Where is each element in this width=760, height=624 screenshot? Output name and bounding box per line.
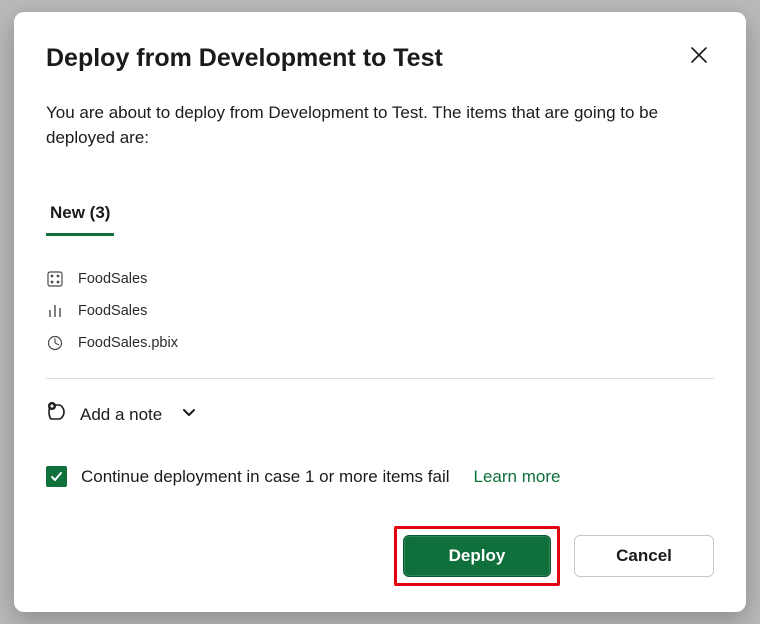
- item-name: FoodSales: [78, 271, 147, 287]
- close-icon: [690, 52, 708, 67]
- divider: [46, 378, 714, 379]
- dialog-footer: Deploy Cancel: [46, 526, 714, 586]
- add-note-toggle[interactable]: Add a note: [46, 401, 714, 428]
- learn-more-link[interactable]: Learn more: [474, 467, 561, 487]
- item-list: FoodSales FoodSales FoodSales.pbix: [46, 270, 714, 352]
- dialog-title: Deploy from Development to Test: [46, 44, 443, 73]
- deploy-highlight: Deploy: [394, 526, 560, 586]
- report-icon: [46, 302, 64, 320]
- add-note-label: Add a note: [80, 405, 162, 425]
- check-icon: [49, 469, 64, 484]
- item-name: FoodSales.pbix: [78, 335, 178, 351]
- dialog-header: Deploy from Development to Test: [46, 40, 714, 73]
- deploy-button[interactable]: Deploy: [403, 535, 551, 577]
- deploy-dialog: Deploy from Development to Test You are …: [14, 12, 746, 612]
- semantic-model-icon: [46, 270, 64, 288]
- chevron-down-icon: [180, 403, 198, 426]
- tab-new[interactable]: New (3): [46, 203, 114, 236]
- note-icon: [46, 401, 68, 428]
- cancel-button[interactable]: Cancel: [574, 535, 714, 577]
- list-item: FoodSales.pbix: [46, 334, 714, 352]
- list-item: FoodSales: [46, 302, 714, 320]
- list-item: FoodSales: [46, 270, 714, 288]
- dialog-description: You are about to deploy from Development…: [46, 101, 706, 150]
- close-button[interactable]: [684, 40, 714, 70]
- item-name: FoodSales: [78, 303, 147, 319]
- continue-on-fail-label: Continue deployment in case 1 or more it…: [81, 467, 450, 487]
- continue-on-fail-row: Continue deployment in case 1 or more it…: [46, 466, 714, 487]
- dashboard-icon: [46, 334, 64, 352]
- tabs: New (3): [46, 203, 714, 236]
- continue-on-fail-checkbox[interactable]: [46, 466, 67, 487]
